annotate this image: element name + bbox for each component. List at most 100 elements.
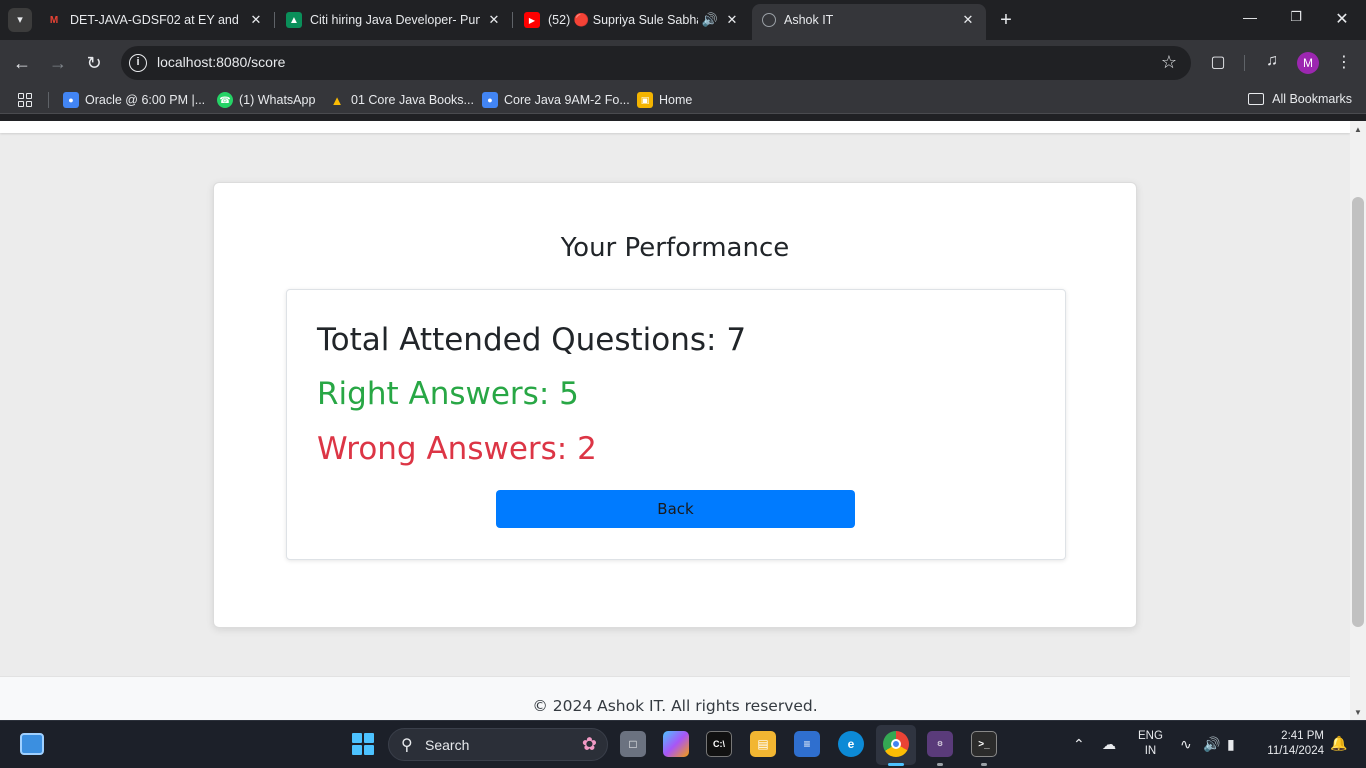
search-highlight-lotus-icon: ✿: [581, 734, 597, 754]
bookmarks-bar: ● Oracle @ 6:00 PM |... ☎ (1) WhatsApp ▲…: [0, 86, 1366, 114]
close-tab-icon[interactable]: ✕: [248, 12, 264, 28]
close-tab-icon[interactable]: ✕: [724, 12, 740, 28]
scroll-up-arrow-icon[interactable]: ▲: [1354, 125, 1362, 134]
notification-bell-icon[interactable]: 🔔: [1330, 735, 1347, 752]
chrome-icon[interactable]: [883, 731, 909, 757]
clock-time: 2:41 PM: [1281, 730, 1324, 742]
page-title: Your Performance: [560, 233, 790, 263]
notepad-icon[interactable]: ≡: [794, 731, 820, 757]
clock-date: 11/14/2024: [1267, 745, 1324, 757]
bookmark-core-java-books[interactable]: ▲ 01 Core Java Books...: [329, 92, 474, 108]
app-running-indicator: [937, 763, 943, 766]
minimize-window-icon[interactable]: —: [1240, 9, 1260, 25]
tab-title: (52) 🔴 Supriya Sule Sabha: [548, 12, 698, 27]
wrong-answers: Wrong Answers: 2: [317, 431, 597, 467]
extensions-icon[interactable]: ▢: [1207, 52, 1229, 72]
youtube-icon: ▶: [524, 12, 540, 28]
page-footer: © 2024 Ashok IT. All rights reserved.: [0, 676, 1350, 720]
page-header-strip: [0, 121, 1350, 133]
wifi-icon[interactable]: ∿: [1180, 736, 1192, 753]
total-attended-questions: Total Attended Questions: 7: [317, 322, 747, 358]
close-tab-icon[interactable]: ✕: [960, 12, 976, 28]
bookmark-core-java-9am[interactable]: ● Core Java 9AM-2 Fo...: [482, 92, 630, 108]
close-window-icon[interactable]: ✕: [1332, 9, 1352, 29]
battery-icon[interactable]: ▮: [1227, 736, 1235, 753]
folder-icon: [1248, 93, 1265, 105]
performance-card: Your Performance Total Attended Question…: [213, 182, 1137, 628]
bookmark-home[interactable]: ▣ Home: [637, 92, 692, 108]
scrollbar-thumb[interactable]: [1352, 197, 1364, 627]
google-drive-icon: ▲: [330, 92, 344, 108]
whatsapp-icon: ☎: [217, 92, 233, 108]
site-info-icon[interactable]: i: [129, 54, 147, 72]
tab-title: Citi hiring Java Developer- Pune: [310, 13, 480, 27]
bookmark-whatsapp[interactable]: ☎ (1) WhatsApp: [217, 92, 315, 108]
chrome-running-indicator: [888, 763, 904, 766]
toolbar-separator: [1244, 55, 1245, 71]
search-icon: ⚲: [401, 737, 413, 754]
tab-title: Ashok IT: [784, 13, 834, 27]
back-button[interactable]: Back: [496, 490, 855, 528]
bookmark-label: Oracle @ 6:00 PM |...: [85, 93, 206, 107]
taskbar-search[interactable]: ⚲ Search ✿: [388, 728, 608, 761]
score-summary-card: Total Attended Questions: 7 Right Answer…: [286, 289, 1066, 560]
all-bookmarks-button[interactable]: All Bookmarks: [1248, 92, 1352, 106]
windows-start-icon[interactable]: [352, 733, 374, 755]
app-running-indicator: [981, 763, 987, 766]
tab-youtube[interactable]: ▶ (52) 🔴 Supriya Sule Sabha 🔊 ✕: [524, 6, 740, 34]
browser-toolbar: ← → ↻ i localhost:8080/score ☆ ▢ ♫ M ⋮: [0, 40, 1366, 86]
meet-person-icon: ●: [482, 92, 498, 108]
gmail-icon: M: [49, 14, 59, 26]
page-viewport: Your Performance Total Attended Question…: [0, 121, 1350, 720]
job-posting-icon: ▲: [286, 12, 302, 28]
image-icon: ▣: [637, 92, 653, 108]
language-indicator[interactable]: ENG IN: [1138, 729, 1163, 759]
tab-title: DET-JAVA-GDSF02 at EY and 9: [70, 13, 242, 27]
restore-window-icon[interactable]: ❐: [1286, 9, 1306, 25]
language-code: ENG: [1138, 730, 1163, 742]
bookmark-star-icon[interactable]: ☆: [1161, 52, 1177, 73]
widgets-icon[interactable]: [20, 733, 44, 755]
region-code: IN: [1144, 745, 1157, 757]
kebab-menu-icon[interactable]: ⋮: [1333, 52, 1355, 72]
reload-icon[interactable]: ↻: [83, 52, 105, 74]
forward-arrow-icon[interactable]: →: [47, 52, 69, 74]
command-prompt-icon[interactable]: C:\: [706, 731, 732, 757]
back-arrow-icon[interactable]: ←: [11, 52, 33, 74]
tab-citi-hiring[interactable]: ▲ Citi hiring Java Developer- Pune ✕: [286, 6, 502, 34]
bookmark-label: (1) WhatsApp: [239, 93, 316, 107]
copilot-icon[interactable]: [663, 731, 689, 757]
file-explorer-icon[interactable]: ▤: [750, 731, 776, 757]
speaker-icon[interactable]: 🔊: [702, 12, 718, 28]
address-bar[interactable]: i localhost:8080/score ☆: [121, 46, 1191, 80]
show-hidden-icons-chevron-icon[interactable]: ⌃: [1073, 736, 1085, 753]
copyright-text: © 2024 Ashok IT. All rights reserved.: [532, 697, 818, 715]
media-control-icon[interactable]: ♫: [1261, 52, 1283, 70]
browser-tab-strip: ▾ M DET-JAVA-GDSF02 at EY and 9 ✕ ▲ Citi…: [0, 0, 1366, 40]
scroll-down-arrow-icon[interactable]: ▼: [1354, 708, 1362, 717]
bookmark-oracle[interactable]: ● Oracle @ 6:00 PM |...: [63, 92, 205, 108]
tab-ashok-it[interactable]: Ashok IT ✕: [752, 4, 986, 40]
tab-search-button[interactable]: ▾: [8, 8, 32, 32]
meet-person-icon: ●: [63, 92, 79, 108]
close-tab-icon[interactable]: ✕: [486, 12, 502, 28]
bookmark-label: Home: [659, 93, 693, 107]
page-scrollbar[interactable]: ▲ ▼: [1350, 121, 1366, 720]
search-placeholder: Search: [425, 737, 470, 753]
globe-icon: [762, 13, 776, 27]
bookmark-label: 01 Core Java Books...: [351, 93, 474, 107]
profile-avatar[interactable]: M: [1297, 52, 1319, 74]
stamp-app-icon[interactable]: ⚙: [927, 731, 953, 757]
all-bookmarks-label: All Bookmarks: [1272, 92, 1352, 106]
terminal-icon[interactable]: >_: [971, 731, 997, 757]
edge-browser-icon[interactable]: e: [838, 731, 864, 757]
apps-grid-icon[interactable]: [18, 93, 32, 107]
system-clock[interactable]: 2:41 PM 11/14/2024: [1256, 729, 1324, 759]
tab-gmail[interactable]: M DET-JAVA-GDSF02 at EY and 9 ✕: [46, 6, 264, 34]
task-view-icon[interactable]: □: [620, 731, 646, 757]
new-tab-button[interactable]: +: [996, 9, 1016, 31]
onedrive-cloud-icon[interactable]: ☁: [1102, 736, 1116, 753]
volume-icon[interactable]: 🔊: [1203, 736, 1220, 753]
tab-separator: [274, 12, 275, 28]
url-text[interactable]: localhost:8080/score: [157, 54, 285, 70]
